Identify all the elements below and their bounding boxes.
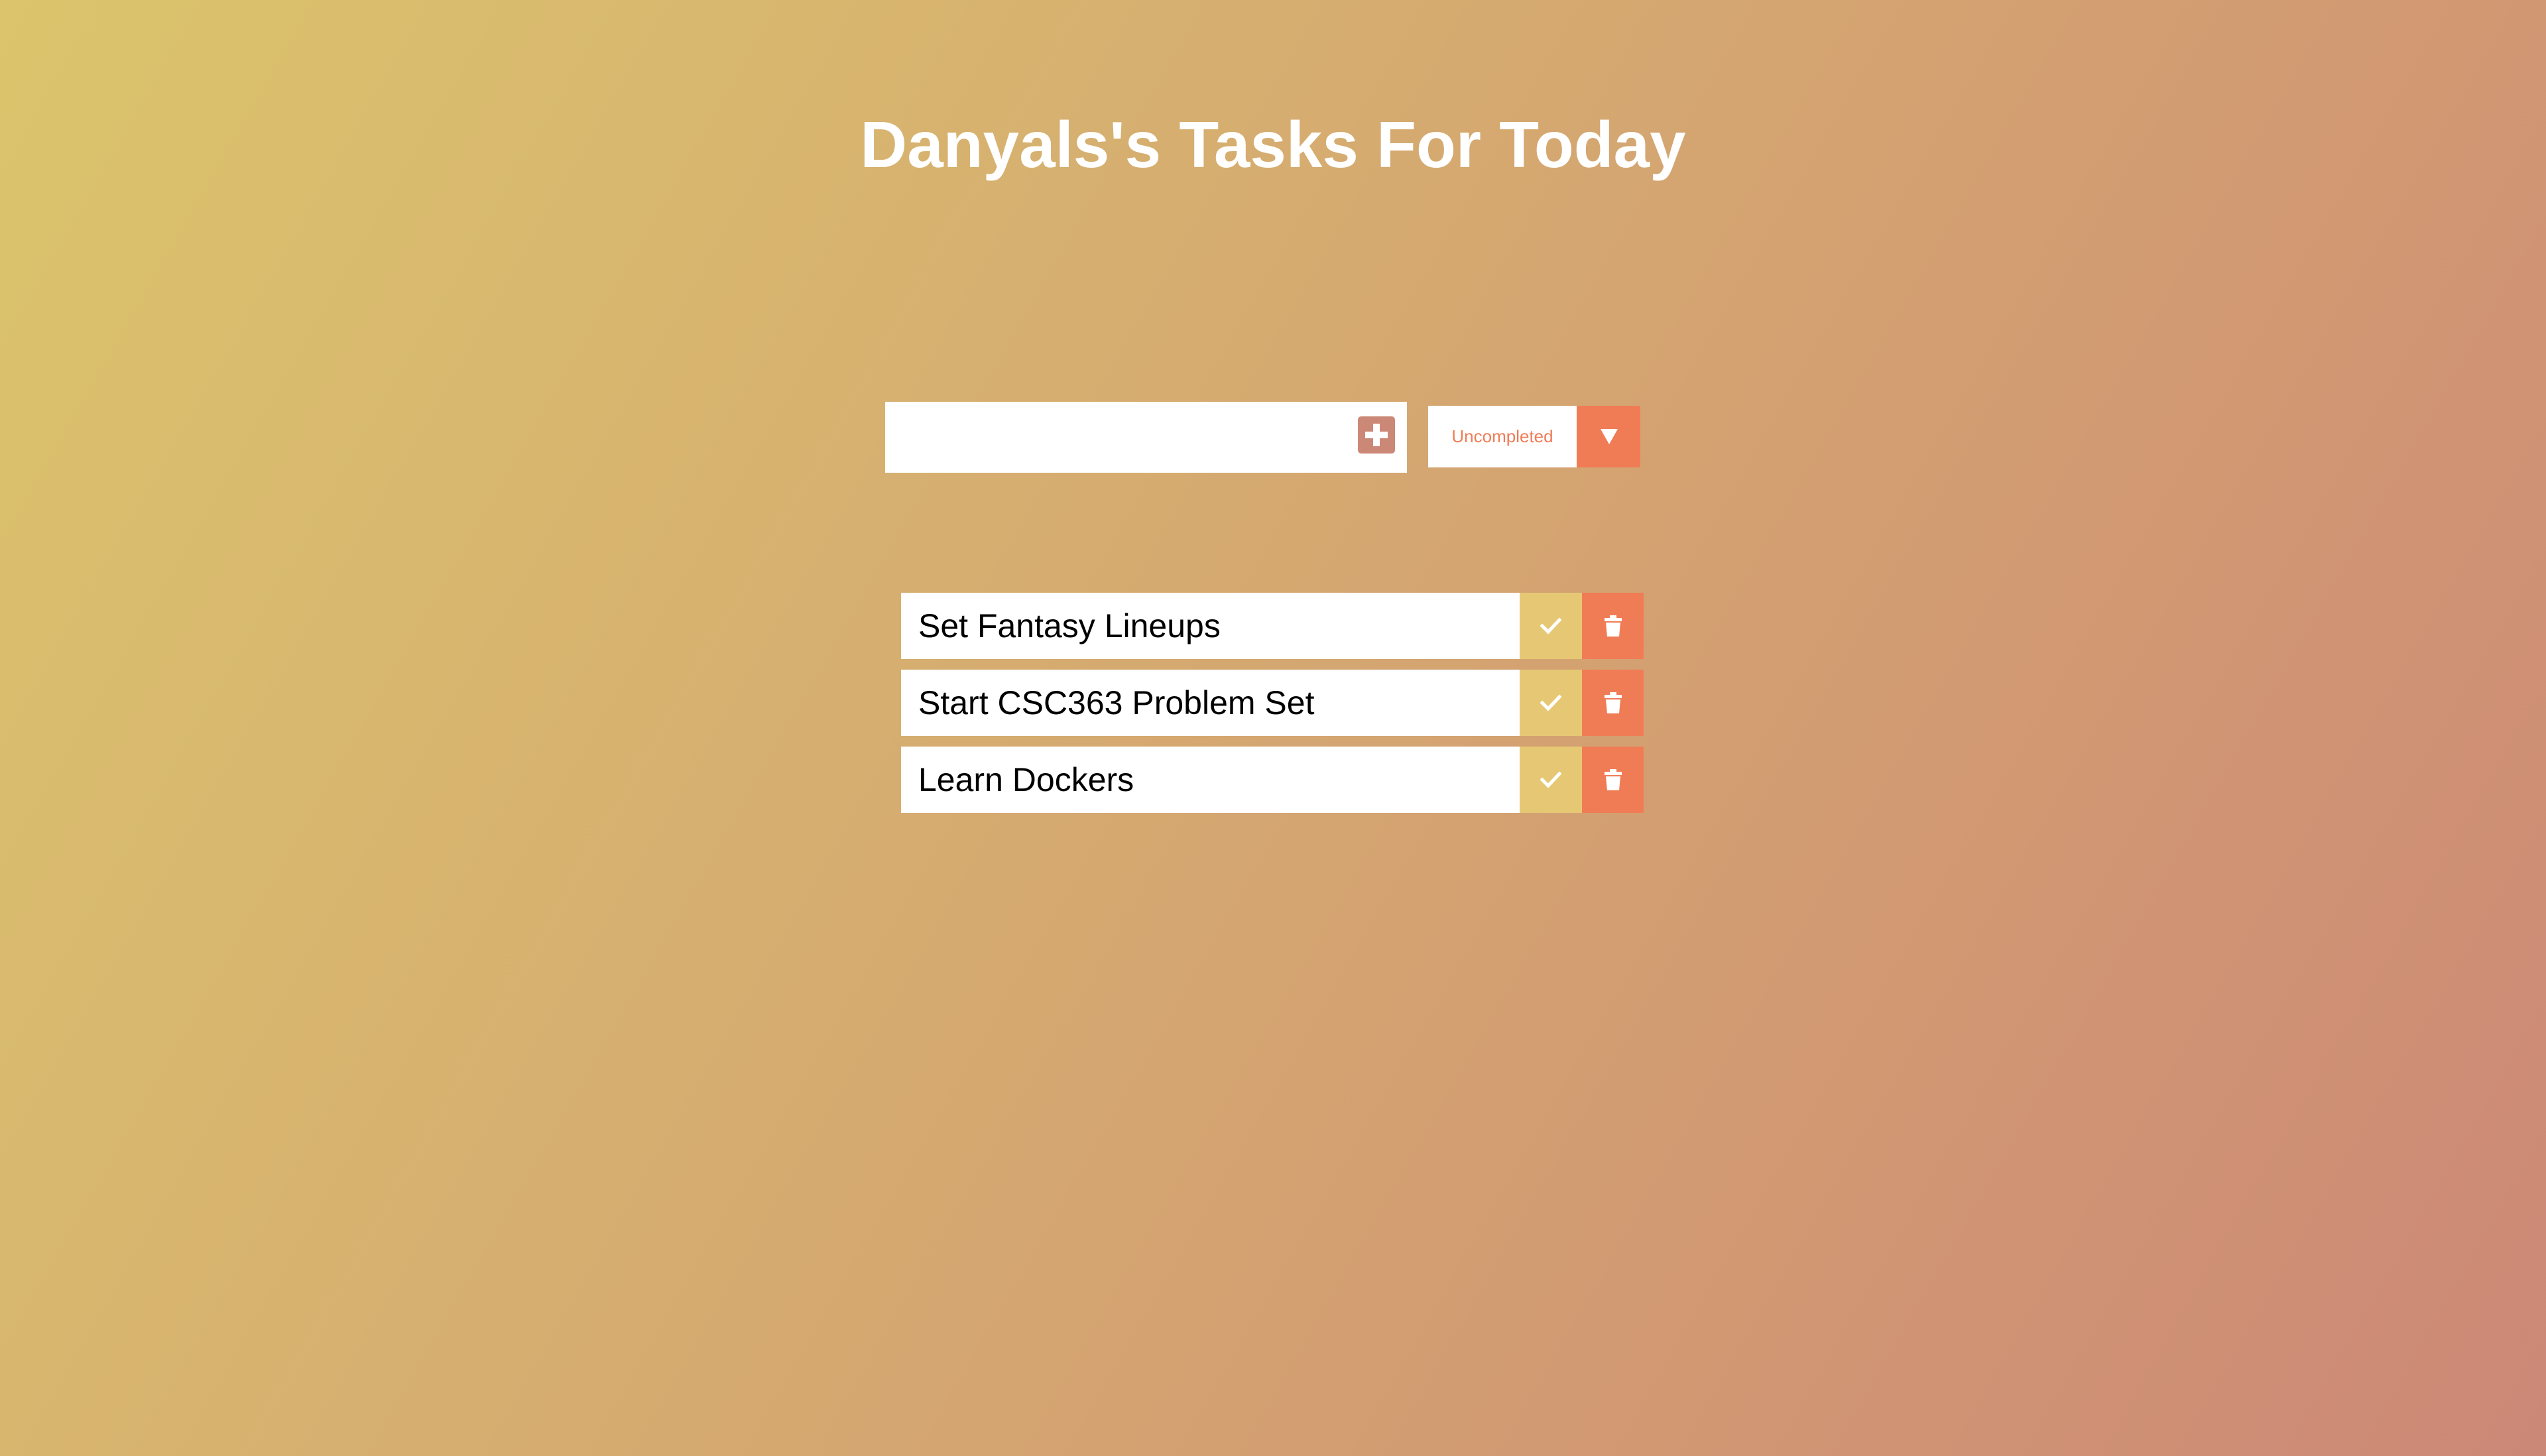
complete-button[interactable] [1520,747,1582,813]
caret-down-icon [1601,429,1618,444]
todo-text: Learn Dockers [901,747,1520,813]
complete-button[interactable] [1520,670,1582,736]
todo-text: Set Fantasy Lineups [901,593,1520,659]
page-title: Danyals's Tasks For Today [860,108,1686,181]
delete-button[interactable] [1582,670,1644,736]
task-input-container [885,402,1407,473]
todo-item: Learn Dockers [901,747,1645,813]
trash-icon [1604,769,1622,790]
add-task-button[interactable] [1358,416,1395,454]
trash-icon [1604,692,1622,713]
filter-selected-value: Uncompleted [1451,426,1553,446]
check-icon [1540,771,1561,788]
todo-item: Start CSC363 Problem Set [901,670,1645,736]
check-icon [1540,617,1561,635]
todo-item: Set Fantasy Lineups [901,593,1645,659]
check-icon [1540,694,1561,711]
task-input[interactable] [885,402,1343,473]
filter-dropdown-button[interactable] [1577,406,1640,467]
todo-list: Set Fantasy Lineups Start CSC363 Problem… [901,593,1645,823]
complete-button[interactable] [1520,593,1582,659]
trash-icon [1604,615,1622,637]
filter-select[interactable]: Uncompleted [1428,406,1640,467]
plus-square-icon-stem [1373,424,1380,446]
delete-button[interactable] [1582,747,1644,813]
todo-text: Start CSC363 Problem Set [901,670,1520,736]
delete-button[interactable] [1582,593,1644,659]
